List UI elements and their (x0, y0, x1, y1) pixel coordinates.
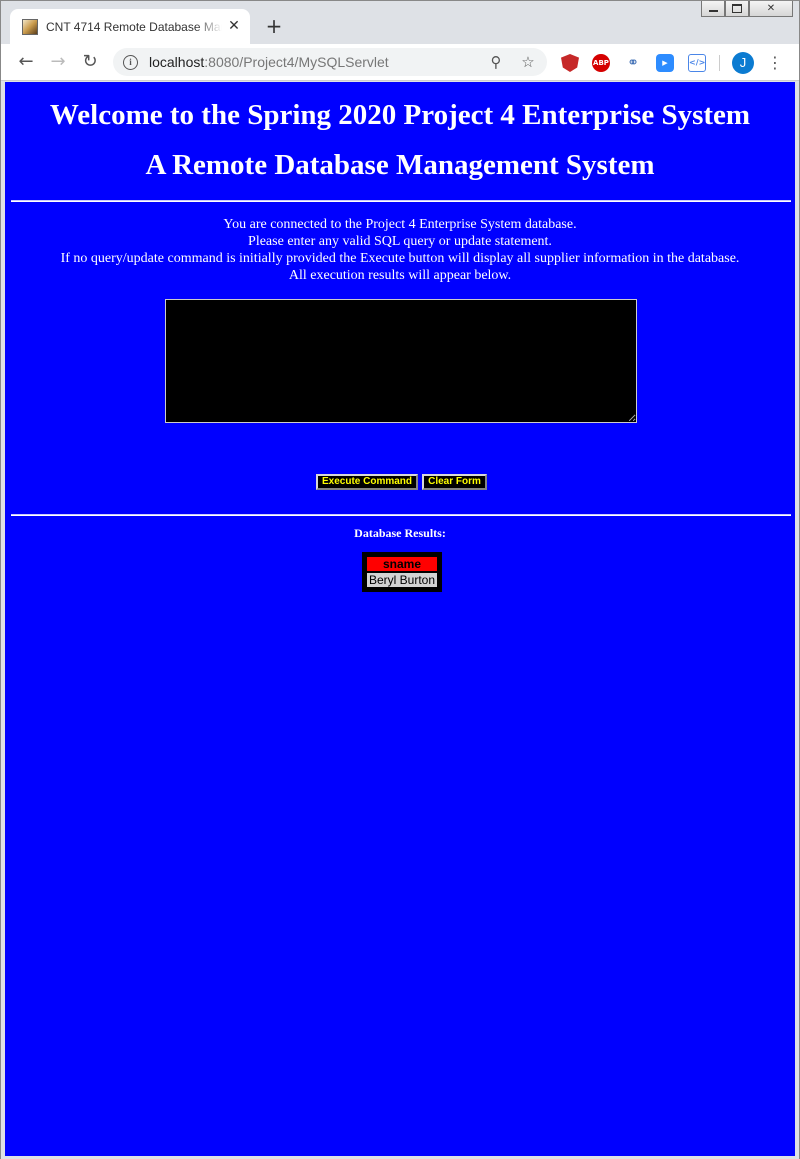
window-controls: ✕ (701, 1, 793, 19)
back-arrow-icon[interactable]: ← (15, 51, 37, 73)
browser-window: CNT 4714 Remote Database Management Syst… (0, 0, 800, 1159)
shield-extension-icon[interactable] (561, 54, 579, 72)
url-host: localhost (149, 54, 205, 70)
address-bar[interactable]: i localhost:8080/Project4/MySQLServlet ⚲… (113, 48, 547, 76)
devtools-extension-icon[interactable]: </> (688, 54, 706, 72)
bookmark-star-icon[interactable]: ☆ (519, 53, 537, 71)
url-path: :8080/Project4/MySQLServlet (204, 54, 389, 70)
new-tab-button[interactable]: + (263, 15, 285, 37)
sql-query-input[interactable] (165, 299, 637, 423)
minimize-button[interactable] (701, 1, 725, 17)
table-cell: Beryl Burton (367, 573, 438, 587)
tab-title: CNT 4714 Remote Database Management Syst… (46, 19, 222, 34)
site-info-icon[interactable]: i (123, 54, 138, 70)
page-title: Welcome to the Spring 2020 Project 4 Ent… (49, 99, 751, 131)
form-buttons: Execute Command Clear Form (316, 474, 487, 490)
results-label: Database Results: (354, 526, 446, 540)
reload-icon[interactable]: ↻ (79, 51, 101, 73)
zoom-icon[interactable]: ⚲ (487, 53, 505, 71)
maximize-icon (732, 4, 742, 13)
intro-line: Please enter any valid SQL query or upda… (248, 234, 552, 249)
tab-strip: CNT 4714 Remote Database Management Syst… (1, 1, 799, 44)
profile-avatar[interactable]: J (732, 52, 754, 74)
close-window-button[interactable]: ✕ (749, 1, 793, 17)
kebab-menu-icon[interactable]: ⋮ (767, 52, 783, 74)
divider (11, 200, 791, 202)
results-table: sname Beryl Burton (362, 552, 443, 592)
table-row: Beryl Burton (367, 573, 438, 587)
intro-text: You are connected to the Project 4 Enter… (5, 216, 795, 284)
toolbar-separator (719, 55, 720, 71)
forward-arrow-icon[interactable]: → (47, 51, 69, 73)
intro-line: If no query/update command is initially … (60, 251, 740, 266)
link-extension-icon[interactable]: ⚭ (624, 54, 642, 72)
page-subtitle: A Remote Database Management System (145, 149, 655, 181)
favicon-icon (22, 18, 38, 35)
maximize-button[interactable] (725, 1, 749, 17)
browser-tab[interactable]: CNT 4714 Remote Database Management Syst… (10, 9, 250, 44)
close-tab-icon[interactable]: ✕ (226, 18, 242, 34)
zoom-extension-icon[interactable]: ▶ (656, 54, 674, 72)
browser-toolbar: ← → ↻ i localhost:8080/Project4/MySQLSer… (1, 44, 799, 81)
minimize-icon (708, 10, 718, 12)
intro-line: All execution results will appear below. (288, 268, 512, 283)
intro-line: You are connected to the Project 4 Enter… (223, 217, 577, 232)
table-header-row: sname (367, 557, 438, 571)
page-content: Welcome to the Spring 2020 Project 4 Ent… (5, 82, 795, 1156)
column-header: sname (367, 557, 438, 571)
execute-command-button[interactable]: Execute Command (316, 474, 418, 490)
clear-form-button[interactable]: Clear Form (422, 474, 487, 490)
divider (11, 514, 791, 516)
adblock-extension-icon[interactable]: ABP (592, 54, 610, 72)
